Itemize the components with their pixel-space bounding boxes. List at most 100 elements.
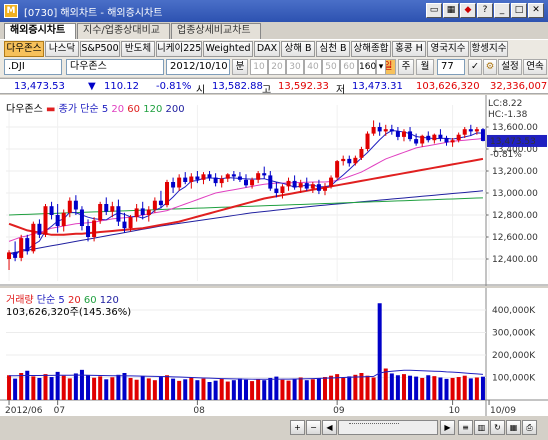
candle-body <box>7 252 12 259</box>
period-button-20[interactable]: 20 <box>268 59 286 75</box>
index-button-5[interactable]: Weighted <box>203 41 253 57</box>
tile-icon[interactable]: ▦ <box>443 3 459 18</box>
index-button-8[interactable]: 심천 B <box>316 41 350 57</box>
symbol-code-field[interactable]: .DJI <box>4 59 62 75</box>
volume-bar <box>256 379 261 400</box>
symbol-name-field[interactable]: 다우존스 <box>66 59 164 75</box>
period-button-40[interactable]: 40 <box>304 59 322 75</box>
candle-body <box>43 206 48 235</box>
candle-body <box>262 173 267 176</box>
index-button-11[interactable]: 영국지수 <box>427 41 469 57</box>
candle-body <box>73 200 78 210</box>
count-field[interactable]: 77 <box>437 59 465 75</box>
index-button-3[interactable]: 반도체 <box>121 41 155 57</box>
week-button[interactable]: 주 <box>398 59 414 75</box>
date-field[interactable]: 2012/10/10 <box>166 59 230 75</box>
candle-body <box>389 129 394 132</box>
amount-value: 32,336,007 <box>490 81 548 92</box>
index-button-7[interactable]: 상해 B <box>281 41 315 57</box>
candle-body <box>61 212 66 226</box>
index-button-10[interactable]: 홍콩 H <box>392 41 426 57</box>
scroll-thumb[interactable] <box>349 423 399 432</box>
candle-body <box>25 238 30 252</box>
candle-body <box>237 176 242 180</box>
candle-body <box>13 252 18 258</box>
period-button-60[interactable]: 60 <box>340 59 358 75</box>
price-tick-label: 13,600.00 <box>492 123 538 133</box>
volume-bar <box>389 373 394 400</box>
maximize-icon[interactable]: □ <box>511 3 527 18</box>
volume-bar <box>383 368 388 400</box>
link-icon[interactable]: ▭ <box>426 3 442 18</box>
index-button-2[interactable]: S&P500 <box>80 41 120 57</box>
tab-overseas-chart[interactable]: 해외증시차트 <box>4 23 76 40</box>
index-toolbar: 다우존스 나스닥 S&P500 반도체 니케이225 Weighted DAX 상해 B 심천 … <box>0 39 548 58</box>
continuous-button[interactable]: 연속 <box>523 59 547 75</box>
volume-bar <box>207 382 212 400</box>
volume-bar <box>274 376 279 400</box>
candle-body <box>201 174 206 180</box>
period-button-160[interactable]: 160 <box>358 59 376 75</box>
candle-body <box>31 223 36 252</box>
index-button-0[interactable]: 다우존스 <box>4 41 44 57</box>
candle-body <box>104 204 109 212</box>
symbol-toolbar: .DJI 다우존스 2012/10/10 분 일 주 월 77 ✓ ⚙ 설정 연… <box>0 58 548 77</box>
candle <box>165 179 170 208</box>
minute-button[interactable]: 분 <box>232 59 248 75</box>
volume-bar <box>61 375 66 400</box>
period-button-10[interactable]: 10 <box>250 59 268 75</box>
close-icon[interactable]: ✕ <box>528 3 544 18</box>
help-icon[interactable]: ? <box>477 3 493 18</box>
candle-body <box>189 176 194 182</box>
candle <box>98 201 103 224</box>
index-button-12[interactable]: 항셍지수 <box>470 41 508 57</box>
candle-body <box>316 184 321 191</box>
period-spinner-icon[interactable]: ▾ <box>376 59 386 75</box>
candle-body <box>292 180 297 188</box>
candle-body <box>383 129 388 132</box>
toggle-icon[interactable]: ≡ <box>458 420 473 435</box>
period-button-30[interactable]: 30 <box>286 59 304 75</box>
index-button-4[interactable]: 니케이225 <box>156 41 202 57</box>
refresh-icon[interactable]: ↻ <box>490 420 505 435</box>
candle-body <box>480 129 485 141</box>
period-button-50[interactable]: 50 <box>322 59 340 75</box>
calendar-icon[interactable]: ▦ <box>506 420 521 435</box>
minimize-icon[interactable]: _ <box>494 3 510 18</box>
candle <box>31 221 36 254</box>
candle-body <box>116 206 121 222</box>
price-tick-label: 13,200.00 <box>492 167 538 177</box>
candle-body <box>92 220 97 237</box>
candle-body <box>256 173 261 180</box>
scroll-right-icon[interactable]: ▶ <box>440 420 455 435</box>
open-label: 시 <box>196 85 206 96</box>
volume-bar <box>298 377 303 400</box>
candle <box>335 160 340 180</box>
open-price: 13,582.88 <box>212 81 263 92</box>
index-button-9[interactable]: 상해종합 <box>351 41 391 57</box>
check-icon[interactable]: ✓ <box>468 59 482 75</box>
index-button-6[interactable]: DAX <box>254 41 280 57</box>
index-button-1[interactable]: 나스닥 <box>45 41 79 57</box>
candle-body <box>377 127 382 132</box>
horizontal-scrollbar[interactable] <box>338 420 438 435</box>
print-icon[interactable]: ⎙ <box>522 420 537 435</box>
zoom-out-icon[interactable]: − <box>306 420 321 435</box>
price-change-pct: -0.81% <box>156 81 192 92</box>
volume-bar <box>420 377 425 400</box>
pin-icon[interactable]: ◆ <box>460 3 476 18</box>
settings-button[interactable]: 설정 <box>498 59 522 75</box>
legend-marker-icon: ▬ <box>46 104 56 115</box>
volume-bar <box>231 380 236 400</box>
bottom-bar: + − ◀ ▶ ≡ ▥ ↻ ▦ ⎙ <box>0 416 548 440</box>
zoom-in-icon[interactable]: + <box>290 420 305 435</box>
candle-body <box>146 209 151 215</box>
bars-icon[interactable]: ▥ <box>474 420 489 435</box>
tab-relative-compare[interactable]: 지수/업종상대비교 <box>77 23 170 39</box>
volume-bar <box>371 377 376 400</box>
month-button[interactable]: 월 <box>416 59 434 75</box>
price-chart[interactable]: 13,600.0013,400.0013,200.0013,000.0012,8… <box>0 95 548 286</box>
scroll-left-icon[interactable]: ◀ <box>322 420 337 435</box>
gear-icon[interactable]: ⚙ <box>483 59 497 75</box>
tab-sector-detail[interactable]: 업종상세비교차트 <box>171 23 261 39</box>
